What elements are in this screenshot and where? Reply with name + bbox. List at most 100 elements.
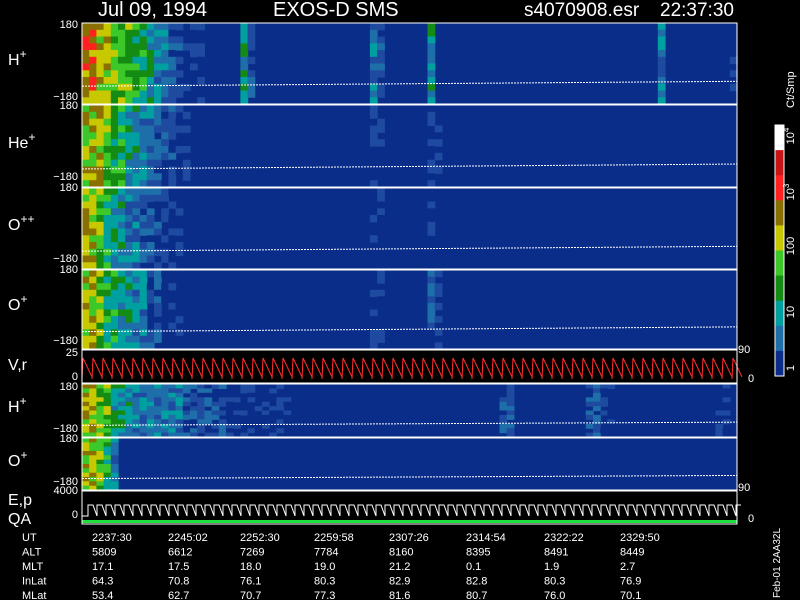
heatmap-cell (146, 255, 155, 263)
heatmap-cell (269, 428, 277, 434)
heatmap-cell (118, 255, 126, 263)
footer-label: MLat (22, 590, 46, 600)
heatmap-cell (434, 152, 443, 161)
heatmap-cell (369, 248, 378, 257)
heatmap-cell (154, 309, 162, 317)
heatmap-cell (276, 410, 285, 416)
heatmap-cell (110, 173, 119, 181)
heatmap-cell (89, 208, 97, 216)
panel-label-vr: V,r (8, 357, 28, 374)
heatmap-cell (161, 283, 169, 291)
heatmap-cell (118, 159, 126, 168)
heatmap-cell (89, 428, 97, 434)
heatmap-cell (161, 248, 169, 257)
heatmap-cell (89, 388, 97, 394)
heatmap-cell (377, 83, 385, 92)
heatmap-cell (139, 23, 148, 31)
heatmap-cell (247, 43, 256, 51)
heatmap-cell (146, 215, 155, 223)
heatmap-cell (96, 118, 105, 127)
heatmap-cell (118, 125, 126, 133)
heatmap-cell (118, 90, 126, 98)
heatmap-cell (110, 410, 119, 416)
heatmap-cell (132, 132, 141, 140)
heatmap-cell (585, 388, 594, 394)
heatmap-cell (161, 419, 169, 425)
heatmap-cell (657, 70, 666, 78)
heatmap-cell (132, 77, 141, 85)
y-tick-top: 25 (66, 347, 78, 359)
heatmap-cell (154, 289, 162, 297)
heatmap-cell (110, 419, 119, 425)
heatmap-cell (139, 70, 148, 78)
heatmap-cell (247, 56, 256, 65)
heatmap-cell (600, 428, 608, 434)
heatmap-cell (168, 201, 177, 209)
heatmap-cell (168, 392, 177, 398)
heatmap-cell (118, 410, 126, 416)
panel-label-ep: E,p (8, 492, 32, 509)
heatmap-cell (82, 392, 90, 398)
heatmap-cell (96, 472, 105, 478)
footer-value: 19.0 (314, 561, 335, 573)
heatmap-cell (96, 36, 105, 44)
heatmap-cell (125, 329, 133, 337)
heatmap-cell (96, 139, 105, 147)
heatmap-cell (103, 56, 112, 65)
heatmap-cell (377, 188, 385, 196)
heatmap-cell (96, 406, 105, 412)
heatmap-cell (197, 428, 205, 434)
heatmap-cell (600, 410, 608, 416)
heatmap-cell (154, 201, 162, 209)
heatmap-cell (154, 180, 162, 188)
heatmap-cell (182, 388, 191, 394)
heatmap-cell (82, 111, 90, 120)
heatmap-cell (168, 166, 177, 174)
heatmap-cell (96, 63, 105, 71)
heatmap-cell (132, 221, 141, 230)
heatmap-cell (146, 166, 155, 174)
heatmap-cell (427, 201, 436, 209)
y-tick-bottom: 0 (72, 509, 78, 521)
heatmap-cell (132, 335, 141, 343)
heatmap-cell (89, 384, 97, 389)
heatmap-cell (118, 63, 126, 71)
colorbar-unit: Ct/Smp (785, 71, 797, 108)
heatmap-cell (218, 384, 227, 389)
heatmap-cell (96, 309, 105, 317)
heatmap-cell (154, 105, 162, 113)
colorbar-tick: 100 (785, 237, 797, 255)
panel-background (82, 438, 737, 490)
heatmap-cell (132, 296, 141, 304)
heatmap-cell (369, 83, 378, 92)
heatmap-cell (110, 481, 119, 487)
heatmap-cell (161, 397, 169, 403)
y-tick-top: 180 (60, 264, 78, 276)
heatmap-cell (427, 270, 436, 278)
heatmap-cell (240, 70, 249, 78)
heatmap-cell (96, 414, 105, 420)
colorbar-tick: 1 (785, 365, 797, 371)
heatmap-cell (82, 419, 90, 425)
heatmap-cell (154, 270, 162, 278)
heatmap-cell (82, 139, 90, 147)
heatmap-cell (283, 414, 292, 420)
heatmap-cell (125, 384, 133, 389)
heatmap-cell (96, 388, 105, 394)
heatmap-cell (82, 414, 90, 420)
heatmap-cell (132, 83, 141, 92)
heatmap-cell (103, 70, 112, 78)
heatmap-cell (125, 50, 133, 58)
heatmap-cell (377, 316, 385, 324)
heatmap-cell (139, 180, 148, 188)
heatmap-cell (168, 410, 177, 416)
heatmap-cell (154, 63, 162, 71)
heatmap-cell (89, 322, 97, 330)
header-time: 22:37:30 (660, 0, 734, 21)
heatmap-cell (125, 248, 133, 257)
heatmap-cell (369, 235, 378, 243)
footer-value: 2314:54 (466, 532, 506, 544)
heatmap-cell (139, 152, 148, 161)
heatmap-cell (103, 23, 112, 31)
heatmap-cell (132, 208, 141, 216)
